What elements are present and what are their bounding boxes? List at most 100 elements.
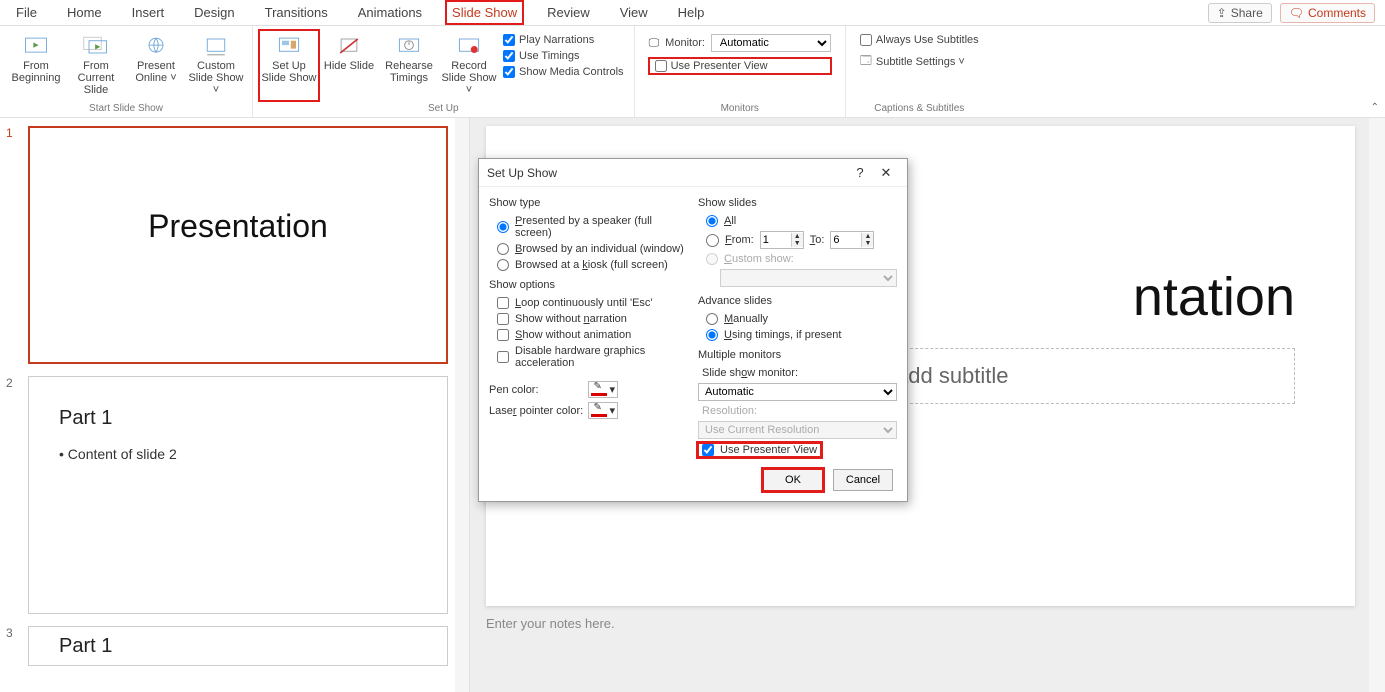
from-beginning-button[interactable]: From Beginning: [6, 30, 66, 101]
laser-color-swatch: [591, 405, 607, 417]
use-presenter-dialog-check[interactable]: Use Presenter View: [698, 443, 821, 457]
setup-show-dialog: Set Up Show ? ✕ Show type Presented by a…: [478, 158, 908, 502]
radio-custom-show: Custom show:: [698, 253, 897, 265]
resolution-select: Use Current Resolution: [698, 421, 897, 439]
monitor-select[interactable]: Automatic: [711, 34, 831, 52]
menubar: File Home Insert Design Transitions Anim…: [0, 0, 1385, 26]
hide-slide-button[interactable]: Hide Slide: [319, 30, 379, 101]
laser-color-label: Laser pointer color:: [489, 405, 583, 417]
multi-monitor-label: Multiple monitors: [698, 349, 897, 361]
play-narrations-check[interactable]: Play Narrations: [503, 34, 624, 46]
from-current-button[interactable]: From Current Slide: [66, 30, 126, 101]
menu-slide-show[interactable]: Slide Show: [446, 1, 523, 24]
subtitle-icon: 🗔: [860, 52, 872, 71]
menu-transitions[interactable]: Transitions: [259, 1, 334, 24]
to-spinner[interactable]: ▲▼: [830, 231, 874, 249]
thumb2-heading: Part 1: [59, 407, 417, 430]
radio-browsed-individual[interactable]: Browsed by an individual (window): [489, 243, 688, 255]
show-type-label: Show type: [489, 197, 688, 209]
dropdown-icon: ▾: [609, 404, 615, 417]
notes-area[interactable]: Enter your notes here.: [486, 616, 1355, 631]
check-loop[interactable]: Loop continuously until 'Esc': [489, 297, 688, 309]
use-presenter-ribbon-label: Use Presenter View: [671, 60, 768, 72]
monitor-icon: 🖵: [649, 37, 660, 50]
present-online-button[interactable]: Present Online ˅: [126, 30, 186, 101]
from-spinner[interactable]: ▲▼: [760, 231, 804, 249]
always-subtitles-check[interactable]: Always Use Subtitles: [860, 34, 979, 46]
subtitle-placeholder-box[interactable]: add subtitle: [875, 348, 1295, 404]
thumbnail-scrollbar[interactable]: [455, 118, 469, 692]
menu-animations[interactable]: Animations: [352, 1, 428, 24]
rehearse-button[interactable]: Rehearse Timings: [379, 30, 439, 101]
thumbnail-1[interactable]: Presentation: [28, 126, 448, 364]
dialog-close-button[interactable]: ✕: [873, 165, 899, 181]
menu-home[interactable]: Home: [61, 1, 108, 24]
radio-manually[interactable]: Manually: [698, 313, 897, 325]
setup-icon: [275, 34, 303, 58]
comments-label: Comments: [1308, 6, 1366, 20]
radio-from[interactable]: [706, 234, 719, 247]
share-icon: ⇪: [1217, 6, 1227, 20]
group-captions: Always Use Subtitles 🗔 Subtitle Settings …: [846, 26, 993, 117]
record-button[interactable]: Record Slide Show ˅: [439, 30, 499, 101]
monitor-label: Monitor:: [665, 37, 705, 49]
menu-view[interactable]: View: [614, 1, 654, 24]
thumb2-body: • Content of slide 2: [59, 446, 417, 462]
group-monitors-label: Monitors: [641, 101, 839, 117]
show-options-label: Show options: [489, 279, 688, 291]
check-disable-hw[interactable]: Disable hardware graphics acceleration: [489, 345, 688, 369]
thumbnail-2[interactable]: Part 1 • Content of slide 2: [28, 376, 448, 614]
subtitle-placeholder-text: add subtitle: [896, 363, 1009, 388]
use-presenter-dialog-label: Use Presenter View: [720, 444, 817, 456]
slide-monitor-select[interactable]: Automatic: [698, 383, 897, 401]
group-monitors: 🖵 Monitor: Automatic Use Presenter View …: [635, 26, 846, 117]
ribbon-collapse-icon[interactable]: ⌃: [1371, 102, 1379, 113]
radio-all[interactable]: All: [698, 215, 897, 227]
ribbon: From Beginning From Current Slide Presen…: [0, 26, 1385, 118]
editor-scrollbar[interactable]: [1369, 118, 1385, 692]
record-label: Record Slide Show ˅: [441, 60, 497, 96]
dialog-help-button[interactable]: ?: [847, 165, 873, 180]
menu-design[interactable]: Design: [188, 1, 240, 24]
comment-icon: 🗨: [1289, 6, 1304, 20]
menu-insert[interactable]: Insert: [126, 1, 171, 24]
record-icon: [455, 34, 483, 58]
comments-button[interactable]: 🗨 Comments: [1280, 3, 1375, 23]
hide-slide-label: Hide Slide: [324, 60, 374, 72]
dropdown-icon: ▾: [609, 383, 615, 396]
pen-color-swatch: [591, 384, 607, 396]
radio-using-timings[interactable]: Using timings, if present: [698, 329, 897, 341]
laser-color-button[interactable]: ▾: [588, 402, 618, 419]
custom-show-label: Custom Slide Show ˅: [188, 60, 244, 96]
check-no-narration[interactable]: Show without narration: [489, 313, 688, 325]
menu-file[interactable]: File: [10, 1, 43, 24]
radio-browsed-kiosk[interactable]: Browsed at a kiosk (full screen): [489, 259, 688, 271]
subtitle-settings-button[interactable]: 🗔 Subtitle Settings ˅: [860, 52, 979, 71]
slide-monitor-label: Slide show monitor:: [698, 367, 897, 379]
dialog-titlebar[interactable]: Set Up Show ? ✕: [479, 159, 907, 187]
play-start-icon: [22, 34, 50, 58]
custom-show-select: [720, 269, 897, 287]
show-media-check[interactable]: Show Media Controls: [503, 66, 624, 78]
use-timings-check[interactable]: Use Timings: [503, 50, 624, 62]
dialog-right-column: Show slides All From: ▲▼ To: ▲▼ Custom s…: [698, 193, 897, 491]
use-presenter-ribbon-check[interactable]: Use Presenter View: [649, 58, 831, 74]
menu-review[interactable]: Review: [541, 1, 596, 24]
check-no-animation[interactable]: Show without animation: [489, 329, 688, 341]
notes-placeholder-text: Enter your notes here.: [486, 616, 615, 631]
setup-slideshow-button[interactable]: Set Up Slide Show: [259, 30, 319, 101]
ok-button[interactable]: OK: [763, 469, 823, 491]
subtitle-settings-label: Subtitle Settings ˅: [876, 56, 965, 68]
radio-presented[interactable]: Presented by a speaker (full screen): [489, 215, 688, 239]
custom-show-button[interactable]: Custom Slide Show ˅: [186, 30, 246, 101]
share-button[interactable]: ⇪ Share: [1208, 3, 1272, 23]
rehearse-icon: [395, 34, 423, 58]
thumbnail-3[interactable]: Part 1: [28, 626, 448, 666]
play-narrations-label: Play Narrations: [519, 34, 594, 46]
menu-help[interactable]: Help: [672, 1, 711, 24]
use-timings-label: Use Timings: [519, 50, 580, 62]
pen-color-button[interactable]: ▾: [588, 381, 618, 398]
always-subtitles-label: Always Use Subtitles: [876, 34, 979, 46]
cancel-button[interactable]: Cancel: [833, 469, 893, 491]
group-start-slideshow: From Beginning From Current Slide Presen…: [0, 26, 253, 117]
